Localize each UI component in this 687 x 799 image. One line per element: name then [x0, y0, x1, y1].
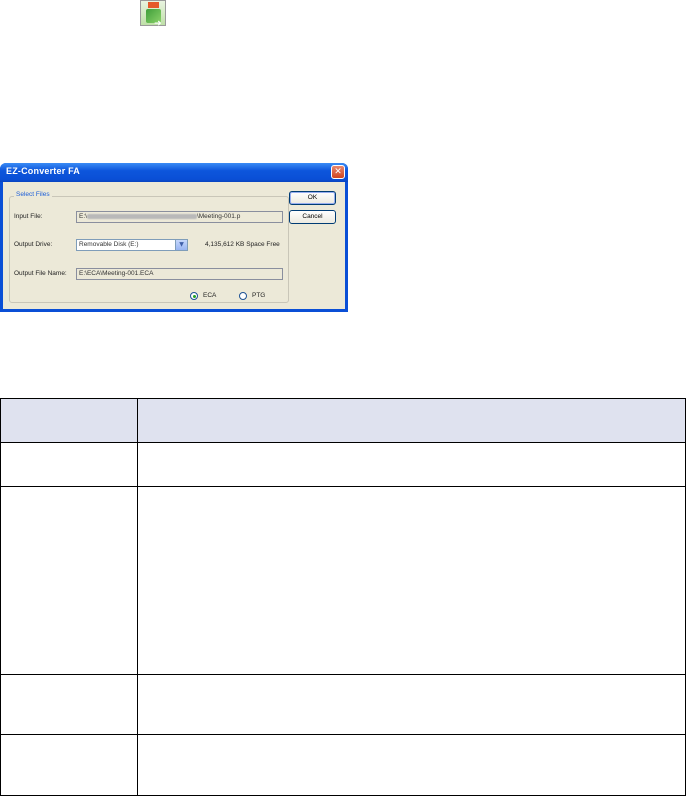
ptg-radio[interactable] [239, 292, 247, 300]
table-cell [137, 734, 686, 796]
output-drive-label: Output Drive: [14, 241, 53, 248]
ez-converter-dialog: EZ-Converter FA ✕ Select Files Input Fil… [0, 163, 348, 312]
close-button[interactable]: ✕ [331, 165, 345, 179]
ptg-radio-label: PTG [252, 292, 266, 299]
ez-converter-icon[interactable]: ➜ [140, 0, 166, 29]
table-cell [137, 486, 686, 675]
dialog-title: EZ-Converter FA [6, 166, 81, 176]
space-free-text: 4,135,612 KB Space Free [205, 241, 280, 248]
dialog-client-area: Select Files Input File: E:\ \Meeting-001… [3, 182, 345, 309]
table-row [0, 442, 686, 487]
output-file-value: E:\ECA\Meeting-001.ECA [79, 270, 154, 277]
table-cell [137, 442, 686, 487]
ok-button[interactable]: OK [289, 191, 336, 205]
table-cell [0, 442, 138, 487]
blurred-path [86, 213, 197, 219]
table-row [0, 674, 686, 735]
table-row [0, 734, 686, 796]
chevron-down-icon[interactable]: ▼ [175, 240, 187, 250]
settings-table [0, 398, 686, 796]
header-cell [0, 398, 138, 443]
output-drive-value: Removable Disk (E:) [79, 241, 139, 248]
table-row [0, 486, 686, 675]
eca-radio-label: ECA [203, 292, 217, 299]
table-cell [137, 674, 686, 735]
input-file-label: Input File: [14, 213, 43, 220]
input-file-suffix: \Meeting-001.p [196, 213, 241, 220]
table-cell [0, 486, 138, 675]
dialog-titlebar[interactable]: EZ-Converter FA ✕ [0, 163, 348, 182]
header-cell [137, 398, 686, 443]
table-cell [0, 674, 138, 735]
table-header-row [0, 398, 686, 443]
output-drive-select[interactable]: Removable Disk (E:) ▼ [76, 239, 188, 251]
select-files-label: Select Files [14, 191, 52, 198]
select-files-group: Select Files Input File: E:\ \Meeting-001… [9, 191, 289, 303]
ppt-tag-icon [148, 2, 159, 8]
output-file-field[interactable]: E:\ECA\Meeting-001.ECA [76, 268, 283, 280]
output-file-label: Output File Name: [14, 270, 67, 277]
input-file-field[interactable]: E:\ \Meeting-001.p [76, 211, 283, 223]
table-cell [0, 734, 138, 796]
eca-radio[interactable] [190, 292, 198, 300]
convert-arrow-icon: ➜ [146, 9, 162, 29]
cancel-button[interactable]: Cancel [289, 210, 336, 224]
input-file-prefix: E:\ [79, 213, 87, 220]
close-icon: ✕ [334, 167, 342, 177]
